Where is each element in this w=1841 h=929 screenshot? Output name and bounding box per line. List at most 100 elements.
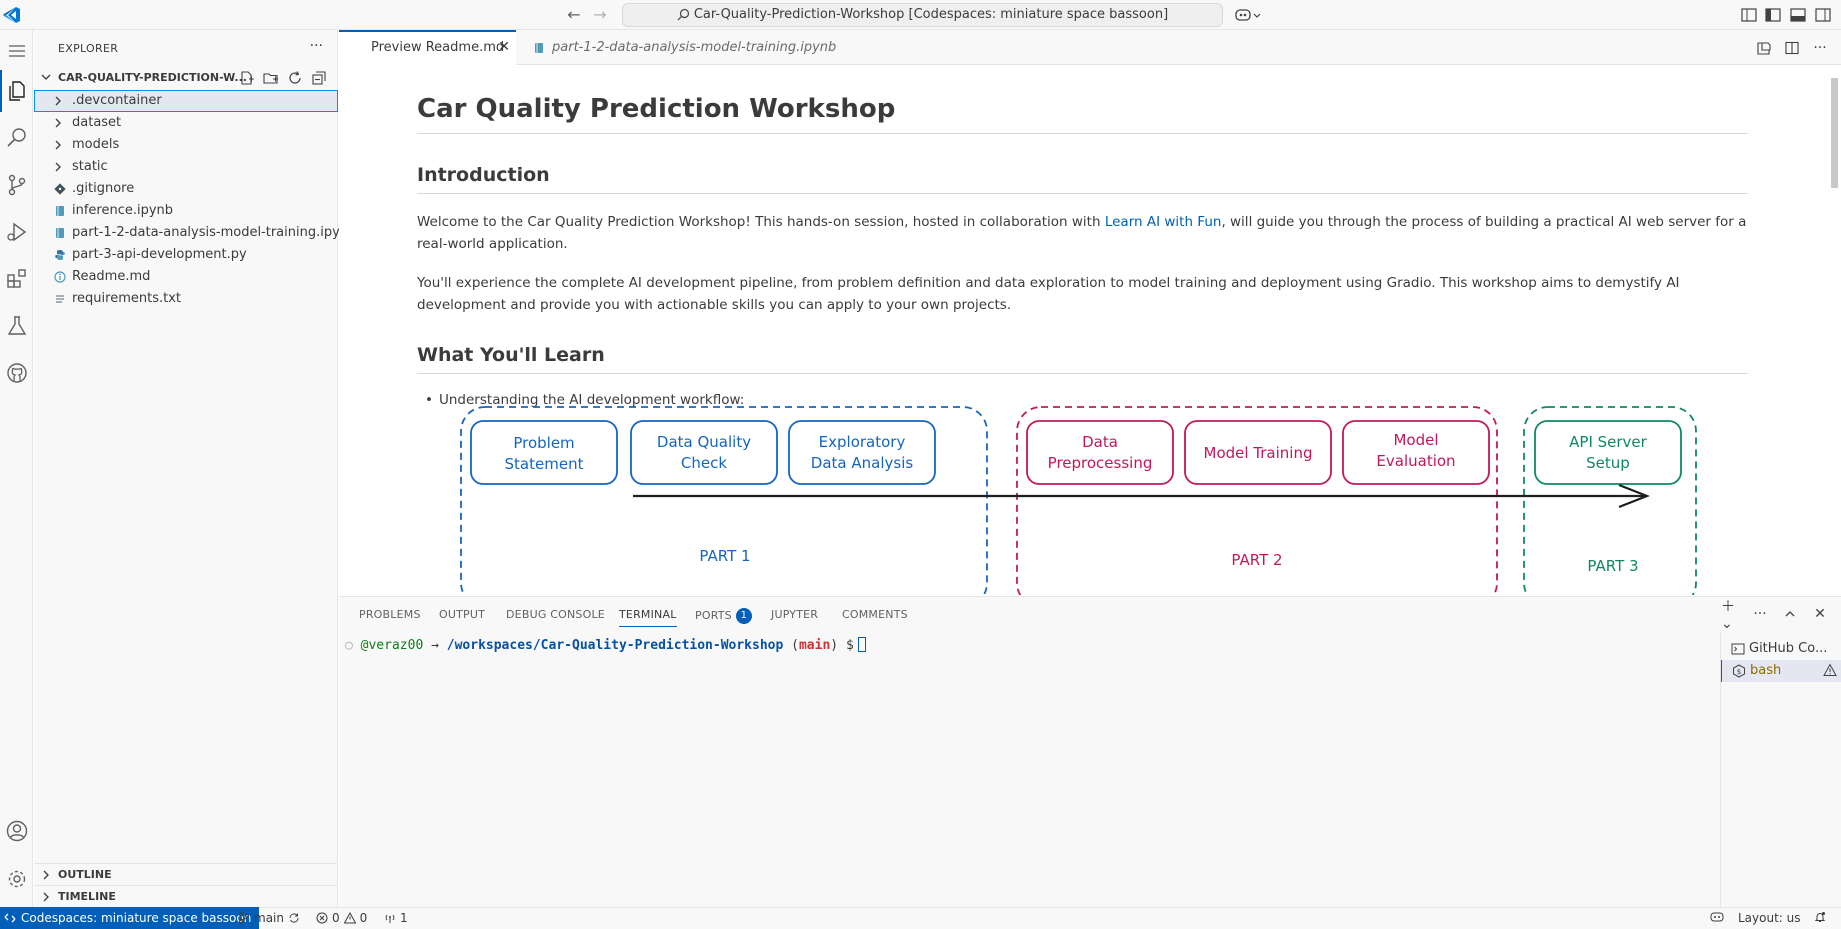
testing-flask-icon[interactable] (4, 313, 30, 339)
notebook-file-icon (54, 227, 66, 239)
source-control-icon[interactable] (4, 172, 30, 198)
terminal-branch-close: ) (830, 638, 839, 653)
new-folder-icon[interactable] (262, 69, 280, 87)
tree-item-dataset[interactable]: dataset (34, 112, 338, 134)
copilot-icon[interactable] (1234, 6, 1262, 24)
tab-terminal[interactable]: TERMINAL (619, 608, 677, 627)
command-center-label: Car-Quality-Prediction-Workshop [Codespa… (693, 7, 1169, 22)
chevron-right-icon (52, 139, 64, 151)
tab-ports[interactable]: PORTS 1 (695, 608, 752, 624)
status-bar: Codespaces: miniature space bassoon main… (0, 907, 1841, 929)
error-icon (316, 912, 328, 924)
close-panel-icon[interactable]: ✕ (1811, 605, 1829, 623)
sync-icon[interactable] (288, 912, 300, 924)
toggle-panel-icon[interactable] (1789, 6, 1807, 24)
tab-jupyter[interactable]: JUPYTER (771, 608, 818, 621)
tree-item-inference-notebook[interactable]: inference.ipynb (34, 200, 338, 222)
github-icon[interactable] (4, 360, 30, 386)
extensions-icon[interactable] (4, 266, 30, 292)
open-source-icon[interactable] (1755, 39, 1773, 57)
outline-section[interactable]: OUTLINE (34, 863, 338, 885)
menu-icon[interactable] (4, 38, 30, 64)
tree-item-label: inference.ipynb (72, 203, 174, 218)
tab-part12-notebook-diff[interactable]: part-1-2-data-analysis-model-training.ip… (517, 30, 872, 90)
settings-gear-icon[interactable] (4, 866, 30, 892)
ports-label: PORTS (695, 609, 732, 622)
markdown-preview: Car Quality Prediction Workshop Introduc… (339, 66, 1828, 595)
maximize-panel-icon[interactable] (1781, 605, 1799, 623)
terminal-list: GitHub Co... $ bash (1720, 632, 1841, 908)
tab-debug-console[interactable]: DEBUG CONSOLE (506, 608, 605, 621)
split-editor-icon[interactable] (1783, 39, 1801, 57)
remote-icon (4, 912, 16, 924)
terminal-cursor (857, 637, 866, 652)
tree-item-label: Readme.md (72, 269, 151, 284)
terminal-list-label: GitHub Co... (1749, 641, 1828, 656)
remote-indicator[interactable]: Codespaces: miniature space bassoon (0, 907, 260, 929)
new-file-icon[interactable] (238, 69, 256, 87)
terminal-list-item-github[interactable]: GitHub Co... (1721, 638, 1841, 660)
collapse-all-icon[interactable] (310, 69, 328, 87)
terminal-view[interactable]: ○ @veraz00 → /workspaces/Car-Quality-Pre… (339, 632, 1707, 908)
tab-comments[interactable]: COMMENTS (842, 608, 908, 621)
model-evaluation-line2: Evaluation (1376, 452, 1455, 470)
title-bar: ← → Car-Quality-Prediction-Workshop [Cod… (0, 0, 1841, 30)
api-server-line1: API Server (1569, 433, 1648, 451)
customize-layout-icon[interactable] (1740, 6, 1758, 24)
notifications-status[interactable] (1814, 911, 1826, 923)
tree-item-part12-notebook[interactable]: part-1-2-data-analysis-model-training.ip… (34, 222, 356, 244)
terminal-branch-open: ( (791, 638, 799, 653)
explorer-header: EXPLORER (58, 42, 119, 55)
more-actions-icon[interactable]: ··· (310, 38, 323, 54)
tree-item-models[interactable]: models (34, 134, 338, 156)
chevron-down-icon (40, 71, 52, 83)
tree-item-requirements[interactable]: requirements.txt (34, 288, 338, 310)
problem-statement-line1: Problem (513, 434, 574, 452)
pipeline-paragraph: You'll experience the complete AI develo… (417, 275, 1680, 313)
terminal-arrow: → (431, 638, 439, 653)
search-icon[interactable] (4, 125, 30, 151)
more-actions-icon[interactable]: ··· (1811, 39, 1829, 57)
tab-output[interactable]: OUTPUT (439, 608, 485, 621)
eda-line2: Data Analysis (811, 454, 914, 472)
keyboard-layout-status[interactable]: Layout: us (1738, 911, 1801, 925)
account-icon[interactable] (4, 818, 30, 844)
preview-scrollbar[interactable] (1828, 66, 1841, 595)
scrollbar-thumb[interactable] (1831, 78, 1838, 188)
explorer-icon[interactable] (0, 70, 30, 112)
text-file-icon (54, 293, 66, 305)
refresh-icon[interactable] (286, 69, 304, 87)
toggle-secondary-sidebar-icon[interactable] (1814, 6, 1832, 24)
tree-item-static[interactable]: static (34, 156, 338, 178)
terminal-branch: main (798, 638, 831, 653)
close-icon[interactable]: ✕ (498, 32, 510, 63)
tab-problems[interactable]: PROBLEMS (359, 608, 421, 621)
more-actions-icon[interactable]: ··· (1751, 605, 1769, 623)
problems-status[interactable]: 0 0 (316, 911, 367, 925)
tree-item-gitignore[interactable]: .gitignore (34, 178, 338, 200)
run-debug-icon[interactable] (4, 219, 30, 245)
workspace-folder-header[interactable]: CAR-QUALITY-PREDICTION-W... (34, 67, 338, 89)
new-terminal-icon[interactable]: ＋⌄ (1721, 599, 1739, 632)
tree-item-devcontainer[interactable]: .devcontainer (34, 90, 338, 112)
warning-icon (1823, 663, 1837, 677)
tree-item-label: models (72, 137, 120, 152)
back-arrow-icon[interactable]: ← (565, 6, 583, 24)
copilot-status[interactable] (1710, 911, 1724, 923)
learn-ai-with-fun-link[interactable]: Learn AI with Fun (1105, 214, 1222, 230)
workflow-bullet: Understanding the AI development workflo… (425, 392, 744, 408)
tab-preview-readme[interactable]: Preview Readme.md ✕ (339, 30, 516, 65)
forward-arrow-icon[interactable]: → (591, 6, 609, 24)
command-center-search[interactable]: Car-Quality-Prediction-Workshop [Codespa… (622, 3, 1223, 27)
ports-status[interactable]: 1 (384, 911, 408, 925)
tree-item-readme[interactable]: Readme.md (34, 266, 338, 288)
intro-paragraph: Welcome to the Car Quality Prediction Wo… (417, 211, 1748, 255)
page-title: Car Quality Prediction Workshop (417, 94, 1748, 134)
timeline-section[interactable]: TIMELINE (34, 885, 338, 907)
toggle-primary-sidebar-icon[interactable] (1764, 6, 1782, 24)
workflow-diagram: Problem Statement Data Quality Check Exp… (460, 406, 1727, 595)
tree-item-part3-python[interactable]: part-3-api-development.py (34, 244, 338, 266)
terminal-list-item-bash[interactable]: $ bash (1721, 660, 1841, 682)
notebook-file-icon (54, 205, 66, 217)
git-branch-status[interactable]: main (238, 911, 300, 925)
